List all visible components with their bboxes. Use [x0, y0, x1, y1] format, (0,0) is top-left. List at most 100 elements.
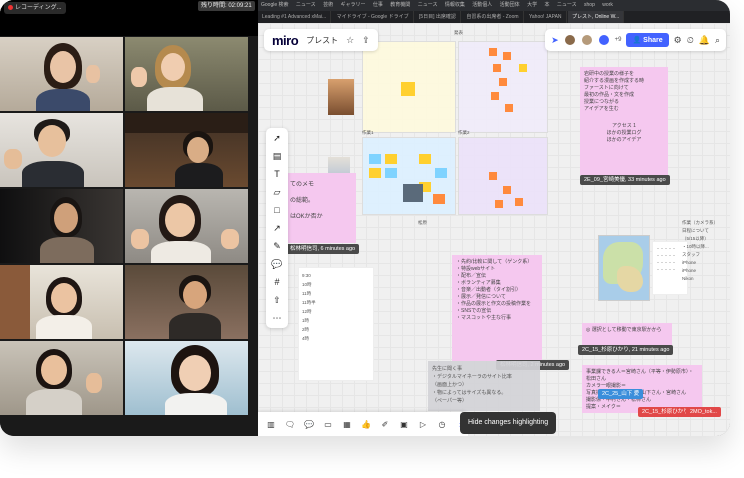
- bookmark-item[interactable]: 教育機関: [387, 0, 413, 11]
- bookmark-item[interactable]: 情報収集: [442, 0, 468, 11]
- sticky-note[interactable]: [519, 64, 527, 72]
- bookmark-item[interactable]: 大学: [524, 0, 540, 11]
- connection-line-icon[interactable]: ↗: [270, 222, 284, 234]
- video-tile[interactable]: [125, 265, 248, 339]
- sticky-note[interactable]: [369, 168, 381, 178]
- bookmark-item[interactable]: work: [599, 0, 616, 11]
- sticky-note[interactable]: [491, 92, 499, 100]
- bookmark-item[interactable]: ニュース: [554, 0, 580, 11]
- sticky-note[interactable]: [503, 52, 511, 60]
- notes-icon[interactable]: ▭: [321, 418, 335, 430]
- sticky-note[interactable]: [385, 168, 397, 178]
- chat-icon[interactable]: 🗨: [283, 418, 297, 430]
- board-frame[interactable]: [362, 41, 456, 133]
- select-cursor-icon[interactable]: ➚: [270, 132, 284, 144]
- board-frame[interactable]: [458, 137, 548, 215]
- sticky-note[interactable]: [401, 82, 415, 96]
- video-tile[interactable]: [0, 341, 123, 415]
- video-tile[interactable]: [125, 189, 248, 263]
- browser-tab[interactable]: 自習系の出席者 - Zoom: [462, 11, 524, 23]
- search-icon[interactable]: ⌕: [715, 35, 720, 46]
- star-icon[interactable]: ☆: [346, 35, 354, 46]
- board-title[interactable]: プレスト: [306, 35, 338, 46]
- video-tile[interactable]: [125, 37, 248, 111]
- bookmark-item[interactable]: ニュース: [415, 0, 441, 11]
- edit-icon[interactable]: ✐: [378, 418, 392, 430]
- miro-logo[interactable]: miro: [272, 33, 299, 48]
- sticky-note[interactable]: [433, 194, 445, 204]
- bookmark-item[interactable]: 活動団体: [497, 0, 523, 11]
- bookmark-item[interactable]: 本: [541, 0, 552, 11]
- timer-icon[interactable]: ◷: [435, 418, 449, 430]
- sticky-note[interactable]: [403, 184, 423, 202]
- sticky-note[interactable]: [515, 198, 523, 206]
- browser-tab[interactable]: [5日目] 出席確認: [415, 11, 461, 23]
- sticky-note[interactable]: [495, 200, 503, 208]
- present-icon[interactable]: ▷: [416, 418, 430, 430]
- sticky-note[interactable]: [419, 154, 431, 164]
- bookmark-item[interactable]: ニュース: [293, 0, 319, 11]
- pen-icon[interactable]: ✎: [270, 240, 284, 252]
- board-frame[interactable]: [458, 41, 548, 133]
- avatar[interactable]: [597, 34, 610, 46]
- comments-icon[interactable]: 💬: [302, 418, 316, 430]
- more-collaborators[interactable]: +9: [615, 37, 622, 43]
- sticky-note[interactable]: [489, 48, 497, 56]
- text-icon[interactable]: T: [270, 168, 284, 180]
- sidebar-toggle-icon[interactable]: ▥: [264, 418, 278, 430]
- sticky-note[interactable]: [505, 104, 513, 112]
- sticky-note[interactable]: [435, 168, 447, 178]
- video-tile[interactable]: [0, 37, 123, 111]
- screen-share-icon[interactable]: ▣: [397, 418, 411, 430]
- pink-card[interactable]: 岩研中の授業の様子を 紹介する漫画を作成する時 ファーストに向けて 最初の作品・…: [580, 67, 668, 175]
- bookmark-item[interactable]: ギャラリー: [337, 0, 368, 11]
- map-image[interactable]: [598, 235, 650, 301]
- video-tile[interactable]: [0, 189, 123, 263]
- video-tile[interactable]: [0, 113, 123, 187]
- voting-icon[interactable]: 👍: [359, 418, 373, 430]
- timer-icon[interactable]: ⏲: [687, 35, 694, 46]
- bookmark-item[interactable]: 仕事: [370, 0, 386, 11]
- avatar[interactable]: [563, 34, 576, 46]
- sticky-note[interactable]: [385, 154, 397, 164]
- video-tile[interactable]: [0, 265, 123, 339]
- sticky-note[interactable]: [489, 172, 497, 180]
- sticky-note-icon[interactable]: ▱: [270, 186, 284, 198]
- bookmark-item[interactable]: shop: [581, 0, 598, 11]
- templates-icon[interactable]: ▤: [270, 150, 284, 162]
- board-photo[interactable]: [328, 79, 354, 115]
- video-tile[interactable]: [125, 113, 248, 187]
- comment-icon[interactable]: 💬: [270, 258, 284, 270]
- more-icon[interactable]: ⋯: [270, 312, 284, 324]
- sticky-note[interactable]: [369, 154, 381, 164]
- gray-note[interactable]: 先生に聞く事 ・デジタルマイネーラのサイト比率 （画面上かつ） ・物によってはサ…: [428, 361, 540, 411]
- share-button[interactable]: 👤 Share: [626, 33, 669, 47]
- bell-icon[interactable]: 🔔: [699, 35, 710, 46]
- settings-sliders-icon[interactable]: ⚙: [674, 35, 682, 46]
- bookmark-item[interactable]: Google 検索: [258, 0, 292, 11]
- shape-icon[interactable]: □: [270, 204, 284, 216]
- bookmark-item[interactable]: 活動個人: [469, 0, 495, 11]
- browser-tab[interactable]: マイドライブ - Google ドライブ: [333, 11, 414, 23]
- bookmark-item[interactable]: 芸術: [320, 0, 336, 11]
- sticky-note[interactable]: [499, 78, 507, 86]
- pink-card[interactable]: ◎ 選択として移動で東京駅かから: [582, 323, 672, 345]
- miro-board-canvas[interactable]: 岩研中の授業の様子を 紹介する漫画を作成する時 ファーストに向けて 最初の作品・…: [258, 23, 730, 436]
- upload-icon[interactable]: ⇧: [270, 294, 284, 306]
- recording-indicator[interactable]: レコーディング...: [4, 2, 66, 14]
- cursor-follow-icon[interactable]: ➤: [551, 35, 559, 46]
- upload-icon[interactable]: ⇪: [362, 35, 370, 46]
- frame-icon[interactable]: #: [270, 276, 284, 288]
- browser-tab[interactable]: Yahoo! JAPAN: [525, 11, 567, 23]
- browser-tab[interactable]: Leading #1 Advanced xMai...: [258, 11, 332, 23]
- cards-icon[interactable]: ▦: [340, 418, 354, 430]
- browser-tab-active[interactable]: プレスト, Online W...: [567, 11, 625, 23]
- video-tile[interactable]: [125, 341, 248, 415]
- pink-card[interactable]: ・先約/比較に関して（ゲンク系） ・特設webサイト ・配布／宣伝 ・ボランティ…: [452, 255, 542, 361]
- board-frame[interactable]: [362, 137, 456, 215]
- avatar[interactable]: [580, 34, 593, 46]
- schedule-card[interactable]: 9:30 10時 11時 11時半 12時 1時 2時 4時: [298, 267, 374, 381]
- pink-card[interactable]: てのメモ の総範。 はOKか否か: [286, 173, 356, 243]
- sticky-note[interactable]: [503, 186, 511, 194]
- sticky-note[interactable]: [493, 64, 501, 72]
